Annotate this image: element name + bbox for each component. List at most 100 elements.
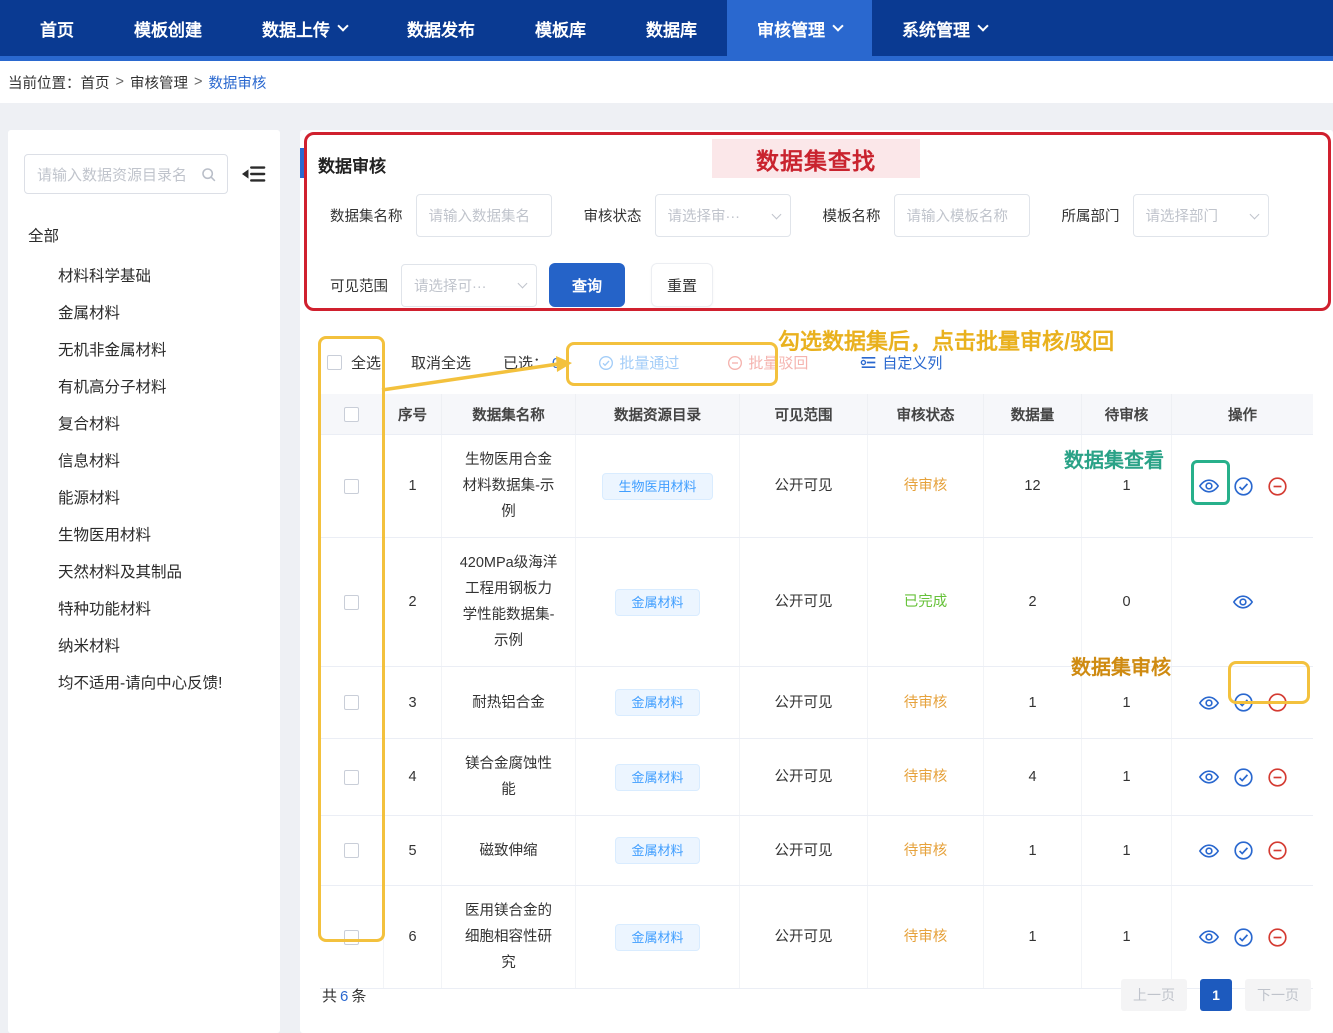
approve-button[interactable]: [1233, 840, 1254, 861]
chevron-down-icon: [1249, 209, 1259, 219]
header-actions: 操作: [1172, 394, 1313, 434]
view-button[interactable]: [1198, 766, 1220, 788]
row-index: 3: [384, 667, 442, 738]
catalog-search-input[interactable]: 请输入数据资源目录名: [24, 154, 228, 194]
breadcrumb-separator: >: [194, 74, 202, 90]
reject-button[interactable]: [1267, 767, 1288, 788]
view-button[interactable]: [1198, 840, 1220, 862]
chevron-down-icon: [977, 20, 988, 31]
nav-item-data-upload[interactable]: 数据上传: [232, 0, 377, 56]
tree-item[interactable]: 生物医用材料: [24, 515, 266, 552]
view-button[interactable]: [1198, 692, 1220, 714]
approve-button[interactable]: [1233, 927, 1254, 948]
template-name-input[interactable]: 请输入模板名称: [894, 194, 1030, 237]
table-toolbar: 全选 取消全选 已选：0 批量通过 批量驳回 自定义列: [327, 352, 942, 373]
pending-count: 1: [1082, 739, 1172, 815]
approve-button[interactable]: [1233, 692, 1254, 713]
row-checkbox[interactable]: [344, 695, 359, 710]
data-count: 1: [984, 667, 1082, 738]
reset-button[interactable]: 重置: [651, 263, 713, 307]
reject-button[interactable]: [1267, 476, 1288, 497]
batch-reject-button[interactable]: 批量驳回: [727, 352, 808, 373]
tree-item[interactable]: 天然材料及其制品: [24, 552, 266, 589]
eye-icon: [1198, 692, 1220, 714]
batch-approve-button[interactable]: 批量通过: [598, 352, 679, 373]
department-label: 所属部门: [1062, 205, 1120, 226]
nav-item-data-publish[interactable]: 数据发布: [377, 0, 505, 56]
view-button[interactable]: [1198, 475, 1220, 497]
custom-columns-icon: [860, 355, 877, 370]
breadcrumb-item-audit[interactable]: 审核管理: [130, 72, 188, 93]
eye-icon: [1198, 926, 1220, 948]
search-button[interactable]: 查询: [549, 263, 625, 307]
dataset-name: 镁合金腐蚀性能: [459, 751, 559, 803]
approve-button[interactable]: [1233, 767, 1254, 788]
data-count: 1: [984, 816, 1082, 885]
tree-item[interactable]: 材料科学基础: [24, 256, 266, 293]
header-index: 序号: [384, 394, 442, 434]
select-placeholder: 请选择可···: [414, 275, 487, 296]
audit-status-select[interactable]: 请选择审···: [655, 194, 791, 237]
view-button[interactable]: [1198, 926, 1220, 948]
tree-item[interactable]: 无机非金属材料: [24, 330, 266, 367]
header-checkbox[interactable]: [344, 407, 359, 422]
reject-button[interactable]: [1267, 692, 1288, 713]
tree-item[interactable]: 均不适用-请向中心反馈!: [24, 663, 266, 700]
status-badge: 待审核: [868, 739, 984, 815]
custom-columns-button[interactable]: 自定义列: [860, 352, 942, 373]
scope-value: 公开可见: [740, 816, 868, 885]
total-suffix: 条: [351, 988, 366, 1005]
nav-label: 模板库: [535, 16, 586, 41]
table-row: 5 磁致伸缩 金属材料 公开可见 待审核 1 1: [320, 816, 1313, 886]
row-checkbox[interactable]: [344, 479, 359, 494]
reject-button[interactable]: [1267, 927, 1288, 948]
circle-minus-icon: [1267, 692, 1288, 713]
nav-item-audit-management[interactable]: 审核管理: [727, 0, 872, 56]
tree-item[interactable]: 有机高分子材料: [24, 367, 266, 404]
status-badge: 待审核: [868, 816, 984, 885]
search-placeholder: 请输入数据资源目录名: [37, 164, 187, 185]
select-all-label: 全选: [351, 352, 381, 373]
view-button[interactable]: [1232, 591, 1254, 613]
cancel-select-button[interactable]: 取消全选: [411, 352, 471, 373]
prev-page-button[interactable]: 上一页: [1121, 979, 1187, 1011]
nav-item-template-library[interactable]: 模板库: [505, 0, 616, 56]
visibility-select[interactable]: 请选择可···: [401, 264, 537, 307]
chevron-down-icon: [832, 20, 843, 31]
row-checkbox[interactable]: [344, 843, 359, 858]
nav-item-database[interactable]: 数据库: [616, 0, 727, 56]
pagination: 上一页 1 下一页: [1121, 979, 1311, 1011]
select-all-checkbox[interactable]: [327, 355, 342, 370]
dataset-name-input[interactable]: 请输入数据集名: [416, 194, 552, 237]
tree-item[interactable]: 纳米材料: [24, 626, 266, 663]
tree-item[interactable]: 金属材料: [24, 293, 266, 330]
collapse-sidebar-icon[interactable]: [242, 164, 266, 184]
tree-item-all[interactable]: 全部: [24, 220, 266, 256]
row-checkbox[interactable]: [344, 595, 359, 610]
tree-item[interactable]: 信息材料: [24, 441, 266, 478]
reject-button[interactable]: [1267, 840, 1288, 861]
dataset-name: 耐热铝合金: [459, 690, 559, 716]
data-count: 4: [984, 739, 1082, 815]
breadcrumb-item-home[interactable]: 首页: [81, 72, 110, 93]
status-badge: 待审核: [868, 886, 984, 988]
selected-count-value: 0: [552, 355, 560, 372]
row-checkbox[interactable]: [344, 930, 359, 945]
header-pending: 待审核: [1082, 394, 1172, 434]
row-checkbox[interactable]: [344, 770, 359, 785]
nav-item-system-management[interactable]: 系统管理: [872, 0, 1017, 56]
nav-item-home[interactable]: 首页: [10, 0, 104, 56]
row-index: 4: [384, 739, 442, 815]
nav-item-template-create[interactable]: 模板创建: [104, 0, 232, 56]
page-1-button[interactable]: 1: [1200, 979, 1232, 1011]
nav-label: 首页: [40, 16, 74, 41]
next-page-button[interactable]: 下一页: [1245, 979, 1311, 1011]
custom-columns-label: 自定义列: [882, 352, 942, 373]
department-select[interactable]: 请选择部门: [1133, 194, 1269, 237]
approve-button[interactable]: [1233, 476, 1254, 497]
tree-item[interactable]: 特种功能材料: [24, 589, 266, 626]
tree-item[interactable]: 复合材料: [24, 404, 266, 441]
tree-item[interactable]: 能源材料: [24, 478, 266, 515]
circle-minus-icon: [1267, 767, 1288, 788]
select-placeholder: 请选择审···: [668, 205, 741, 226]
